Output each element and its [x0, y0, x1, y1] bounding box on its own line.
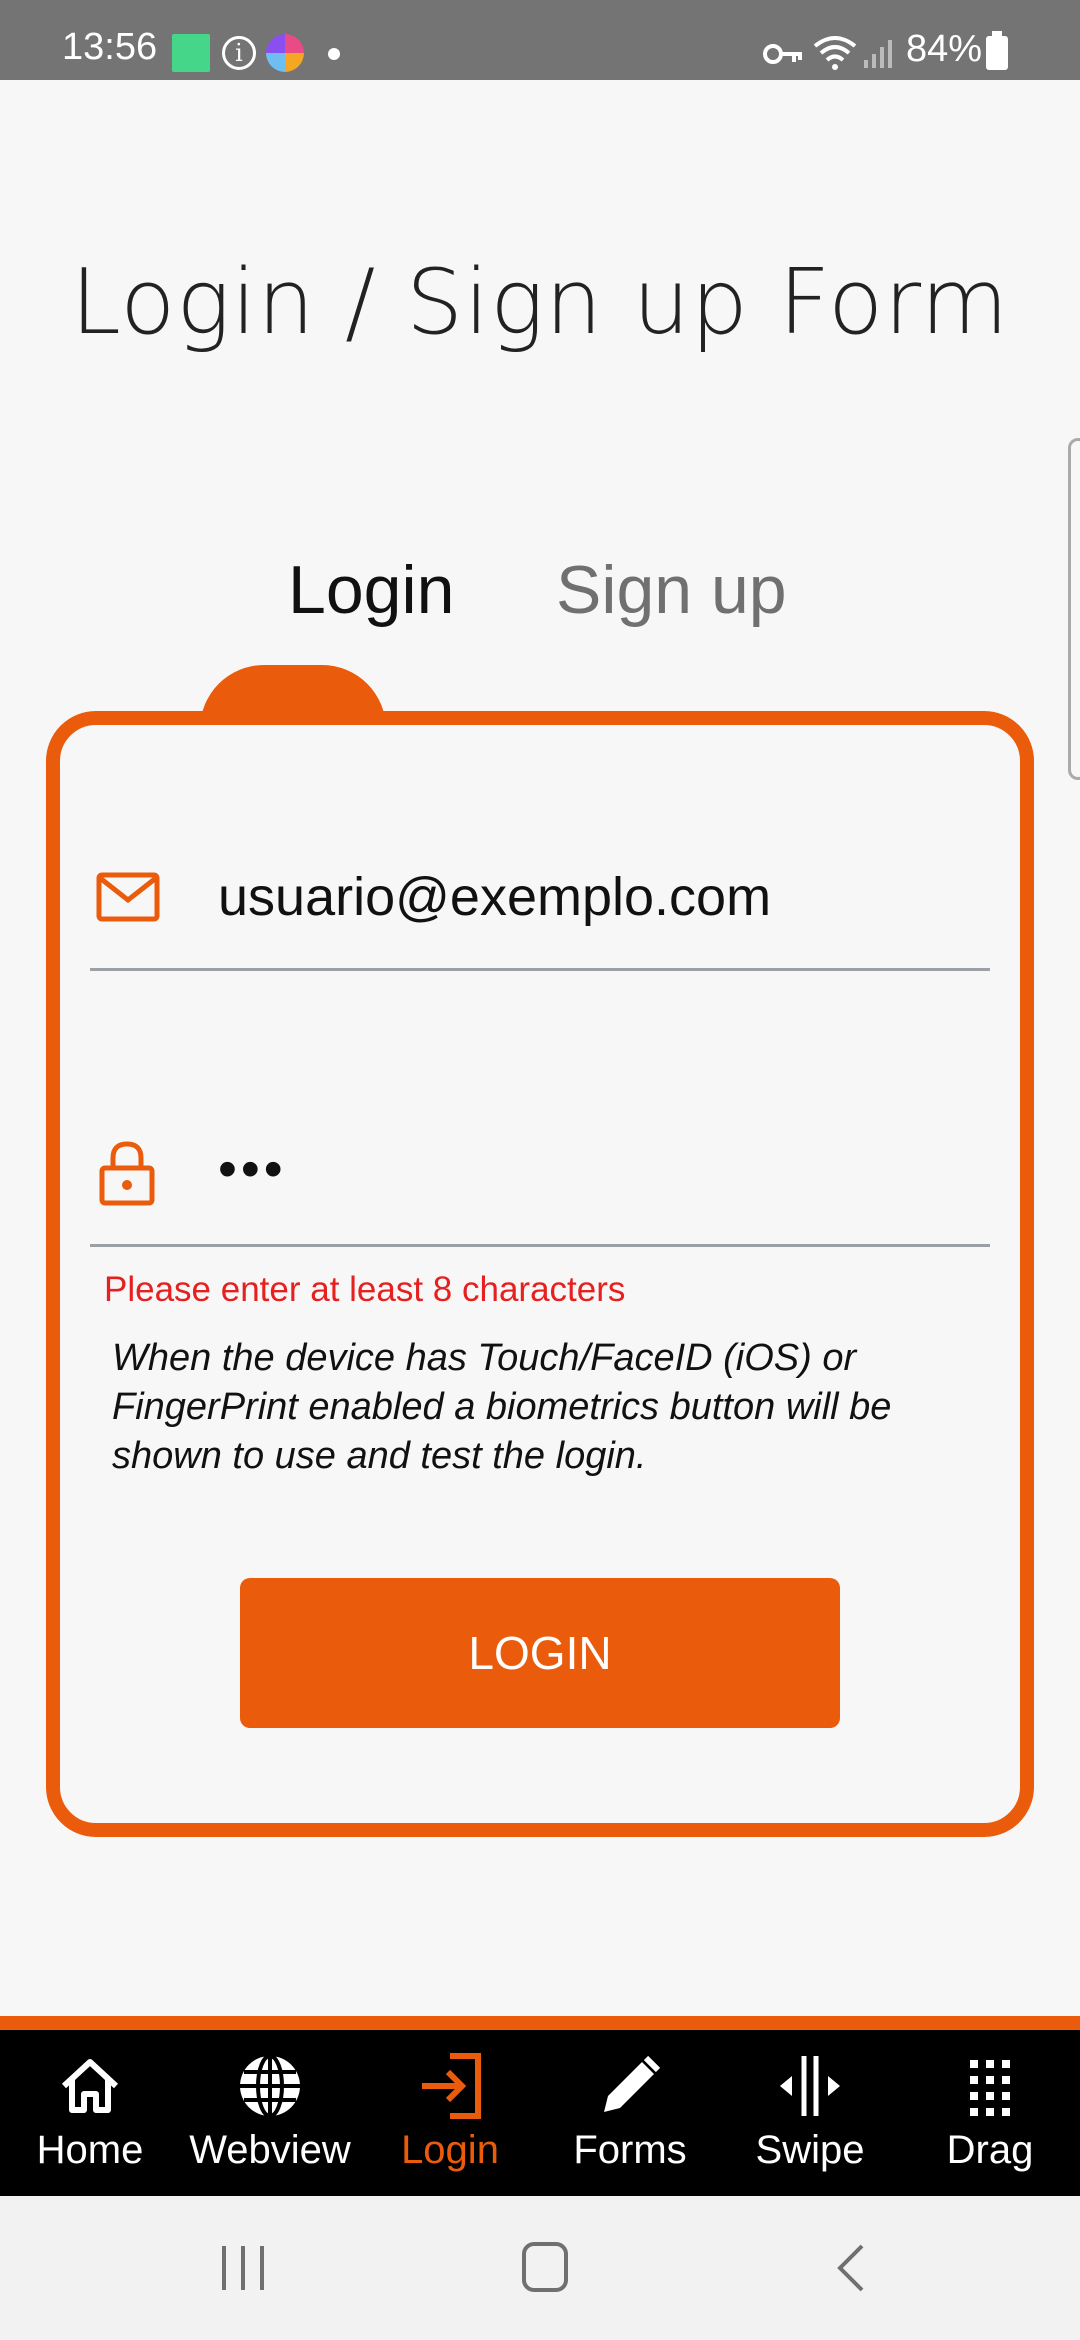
nav-item-drag[interactable]: Drag	[900, 2030, 1080, 2196]
nav-label-home: Home	[36, 2128, 144, 2172]
password-field[interactable]: •••	[218, 1138, 978, 1208]
nav-accent-line	[0, 2016, 1080, 2030]
login-icon	[422, 2053, 481, 2119]
mail-icon	[96, 872, 160, 922]
email-field-underline	[90, 968, 990, 971]
biometrics-hint-text: When the device has Touch/FaceID (iOS) o…	[112, 1337, 892, 1477]
home-icon	[61, 2059, 119, 2113]
nav-item-webview[interactable]: Webview	[180, 2030, 360, 2196]
dot-icon	[328, 48, 340, 60]
lock-icon	[99, 1141, 155, 1206]
nav-item-swipe[interactable]: Swipe	[720, 2030, 900, 2196]
nav-label-drag: Drag	[946, 2128, 1034, 2172]
nav-label-login: Login	[401, 2128, 499, 2172]
nav-item-login[interactable]: Login	[360, 2030, 540, 2196]
nav-label-webview: Webview	[189, 2128, 351, 2172]
page-title: Login / Sign up Form	[70, 250, 1010, 355]
battery-icon	[986, 31, 1008, 70]
back-icon[interactable]	[832, 2242, 868, 2294]
battery-percentage: 84%	[906, 28, 983, 70]
nav-item-home[interactable]: Home	[0, 2030, 180, 2196]
swipe-icon	[780, 2056, 840, 2116]
tab-login[interactable]: Login	[288, 556, 454, 624]
nav-label-forms: Forms	[573, 2128, 687, 2172]
vpn-key-icon	[763, 44, 802, 64]
wifi-icon	[813, 36, 857, 70]
pencil-icon	[604, 2055, 661, 2112]
password-error-message: Please enter at least 8 characters	[104, 1270, 626, 1309]
nav-item-forms[interactable]: Forms	[540, 2030, 720, 2196]
info-icon: i	[222, 36, 256, 70]
system-navigation-bar	[0, 2196, 1080, 2340]
globe-icon	[240, 2054, 300, 2118]
browser-icon	[266, 34, 304, 72]
status-bar: 13:56 i 84%	[0, 0, 1080, 80]
email-field[interactable]	[218, 862, 978, 932]
password-field-underline	[90, 1244, 990, 1247]
side-panel-handle[interactable]	[1068, 438, 1080, 780]
grid-icon	[970, 2060, 1010, 2116]
signal-icon	[864, 40, 892, 68]
status-time: 13:56	[62, 26, 158, 68]
tab-signup[interactable]: Sign up	[556, 556, 787, 624]
nav-label-swipe: Swipe	[755, 2128, 865, 2172]
recent-apps-icon[interactable]	[218, 2242, 268, 2294]
app-notification-icon	[172, 34, 210, 72]
login-button[interactable]: LOGIN	[240, 1578, 840, 1728]
bottom-navigation: Home Webview Login Forms Swipe Drag	[0, 2030, 1080, 2196]
home-button-icon[interactable]	[522, 2242, 568, 2292]
